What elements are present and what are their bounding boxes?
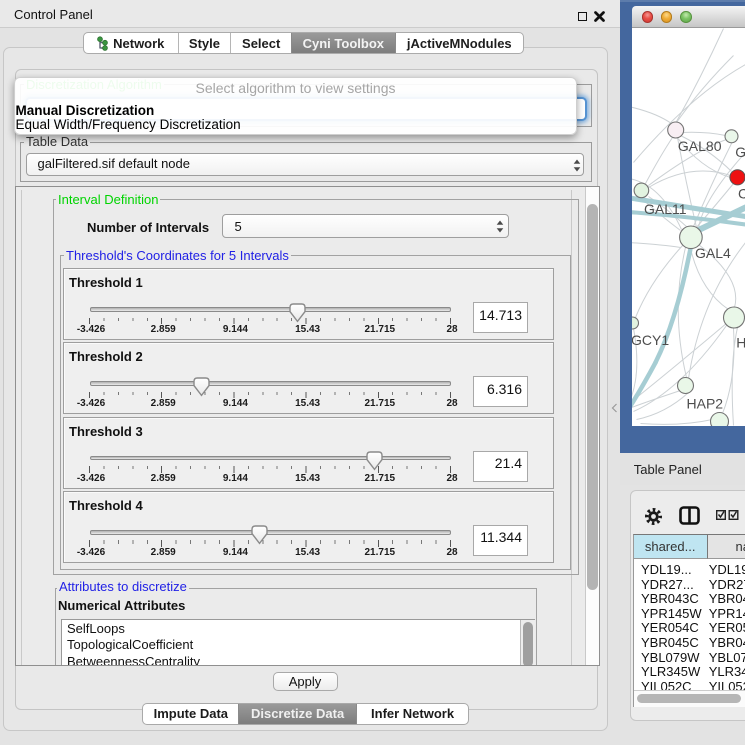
svg-text:H: H — [736, 334, 745, 350]
svg-text:GAL4: GAL4 — [695, 245, 731, 261]
svg-text:GAL11: GAL11 — [644, 201, 687, 217]
svg-text:GA: GA — [735, 144, 745, 160]
svg-text:GCY1: GCY1 — [632, 332, 669, 348]
svg-text:GAL80: GAL80 — [677, 138, 721, 154]
svg-text:HAP2: HAP2 — [686, 395, 723, 411]
svg-text:C: C — [738, 185, 745, 201]
